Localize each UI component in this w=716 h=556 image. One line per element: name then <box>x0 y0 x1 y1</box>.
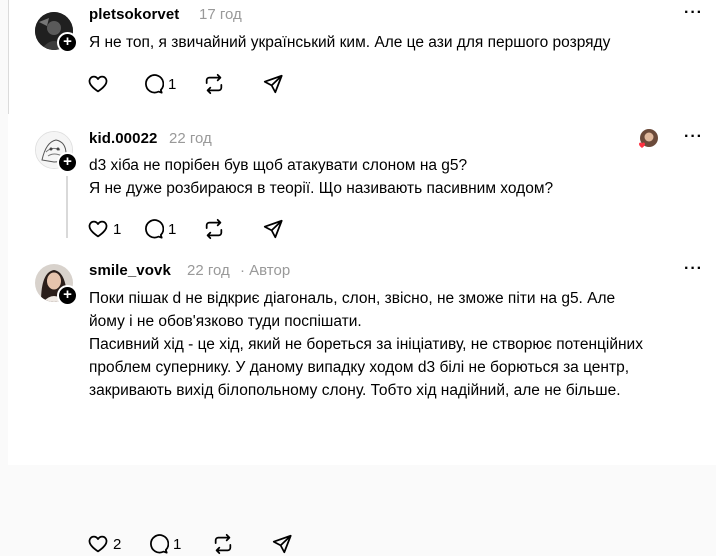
thread-card: + kid.00022 22 год ··· d3 хіба не порібе… <box>8 114 716 555</box>
post-text: Я не топ, я звичайний український ким. А… <box>89 31 610 54</box>
post-time[interactable]: 17 год <box>199 6 242 23</box>
post-text-line: закривають вихід білопольному слону. Тоб… <box>89 382 621 399</box>
repost-button[interactable] <box>203 217 225 241</box>
comment-icon <box>150 534 169 554</box>
liked-by-author-avatar <box>636 128 658 150</box>
share-button[interactable] <box>262 72 284 96</box>
repost-icon <box>205 73 223 95</box>
share-icon <box>272 534 292 554</box>
like-button[interactable]: 2 <box>87 532 121 556</box>
post-text-line: d3 хіба не порібен був щоб атакувати сло… <box>89 157 468 174</box>
author-tag: · Автор <box>240 262 291 279</box>
share-icon <box>263 219 283 239</box>
reply-button[interactable]: 1 <box>147 532 181 556</box>
more-options-icon[interactable]: ··· <box>684 4 703 22</box>
reply-count: 1 <box>168 220 177 238</box>
heart-icon <box>88 75 108 93</box>
heart-icon <box>88 535 108 553</box>
post-text-line: Я не дуже розбираюся в теорії. Що назива… <box>89 180 554 197</box>
feed-divider <box>8 0 9 114</box>
post-card: + pletsokorvet 17 год ··· Я не топ, я зв… <box>8 0 716 115</box>
share-button[interactable] <box>271 532 293 556</box>
reply-count: 1 <box>173 535 182 553</box>
post-text-line: йому і не обов'язково туди поспішати. <box>89 313 362 330</box>
username[interactable]: kid.00022 <box>89 130 157 147</box>
like-count: 2 <box>113 535 122 553</box>
post-time[interactable]: 22 год <box>169 130 212 147</box>
repost-icon <box>214 533 232 555</box>
post-actions: 1 <box>87 72 387 96</box>
post-text: Поки пішак d не відкриє діагональ, слон,… <box>89 287 643 402</box>
more-options-icon[interactable]: ··· <box>684 260 703 278</box>
comment-icon <box>145 219 164 239</box>
post-text: d3 хіба не порібен був щоб атакувати сло… <box>89 154 553 200</box>
share-icon <box>263 74 283 94</box>
follow-plus-icon[interactable]: + <box>57 152 78 173</box>
comment-icon <box>145 74 164 94</box>
repost-button[interactable] <box>212 532 234 556</box>
reply-button[interactable]: 1 <box>142 72 176 96</box>
username[interactable]: pletsokorvet <box>89 6 179 23</box>
post-text-line: проблем супернику. У даному випадку ходо… <box>89 359 630 376</box>
repost-icon <box>205 218 223 240</box>
heart-icon <box>88 220 108 238</box>
post-actions: 2 1 <box>87 532 387 556</box>
post-actions: 1 1 <box>87 217 387 241</box>
post-text-line: Поки пішак d не відкриє діагональ, слон,… <box>89 290 616 307</box>
post-text-line: Пасивний хід - це хід, який не бореться … <box>89 336 643 353</box>
follow-plus-icon[interactable]: + <box>57 285 78 306</box>
username[interactable]: smile_vovk <box>89 262 171 279</box>
like-button[interactable] <box>87 72 109 96</box>
reply-count: 1 <box>168 75 177 93</box>
follow-plus-icon[interactable]: + <box>57 32 78 53</box>
thread-line <box>66 176 68 238</box>
post-time[interactable]: 22 год <box>187 262 230 279</box>
like-count: 1 <box>113 220 122 238</box>
share-button[interactable] <box>262 217 284 241</box>
more-options-icon[interactable]: ··· <box>684 128 703 146</box>
post-text-line: Я не топ, я звичайний український ким. А… <box>89 34 611 51</box>
reply-button[interactable]: 1 <box>142 217 176 241</box>
like-button[interactable]: 1 <box>87 217 121 241</box>
repost-button[interactable] <box>203 72 225 96</box>
